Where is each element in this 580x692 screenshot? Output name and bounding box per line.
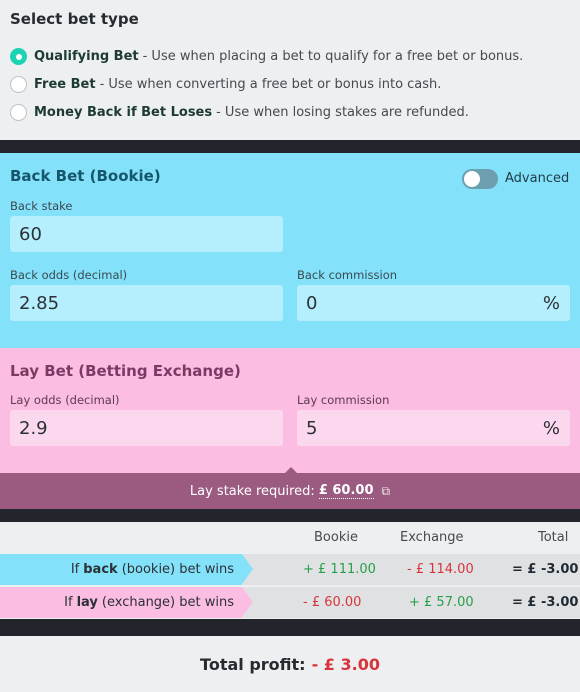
column-header-exchange: Exchange bbox=[400, 530, 464, 545]
bet-type-panel: Select bet type Qualifying Bet - Use whe… bbox=[0, 0, 580, 140]
total-profit-label: Total profit: bbox=[200, 654, 306, 674]
lay-stake-amount[interactable]: £ 60.00 bbox=[318, 483, 374, 499]
option-desc: - Use when losing stakes are refunded. bbox=[216, 104, 469, 120]
lay-stake-label: Lay stake required: bbox=[189, 483, 315, 499]
row-label-post: (bookie) bet wins bbox=[121, 562, 234, 577]
table-row-back-wins: If back (bookie) bet wins + £ 111.00 - £… bbox=[0, 554, 580, 585]
table-row-lay-wins: If lay (exchange) bet wins - £ 60.00 + £… bbox=[0, 587, 580, 618]
back-stake-label: Back stake bbox=[10, 199, 73, 213]
option-name: Free Bet bbox=[34, 76, 96, 92]
option-qualifying-bet[interactable]: Qualifying Bet - Use when placing a bet … bbox=[10, 46, 523, 66]
lay-bet-title: Lay Bet (Betting Exchange) bbox=[10, 362, 241, 380]
row-label-bold: back bbox=[83, 562, 118, 577]
lay-commission-input[interactable]: 5 % bbox=[297, 410, 570, 446]
option-free-bet[interactable]: Free Bet - Use when converting a free be… bbox=[10, 74, 441, 94]
back-commission-input[interactable]: 0 % bbox=[297, 285, 570, 321]
option-desc: - Use when converting a free bet or bonu… bbox=[99, 76, 442, 92]
row-label-lay: If lay (exchange) bet wins bbox=[0, 587, 253, 618]
row-label-pre: If bbox=[64, 595, 73, 610]
back-commission-value: 0 bbox=[306, 292, 318, 314]
lay-commission-label: Lay commission bbox=[297, 393, 390, 407]
row-label-pre: If bbox=[70, 562, 80, 577]
radio-qualifying-bet[interactable] bbox=[10, 47, 27, 65]
option-desc: - Use when placing a bet to qualify for … bbox=[142, 48, 524, 64]
lay-stake-bar: Lay stake required: £ 60.00 ⧉ bbox=[0, 467, 580, 509]
lay-commission-value: 5 bbox=[306, 417, 318, 439]
lay-odds-label: Lay odds (decimal) bbox=[10, 393, 120, 407]
radio-free-bet[interactable] bbox=[10, 75, 27, 93]
cell-exchange: + £ 57.00 bbox=[409, 595, 474, 610]
column-header-bookie: Bookie bbox=[314, 530, 358, 545]
back-odds-label: Back odds (decimal) bbox=[10, 268, 128, 282]
bet-type-heading: Select bet type bbox=[10, 10, 139, 28]
radio-money-back[interactable] bbox=[10, 103, 27, 121]
back-commission-label: Back commission bbox=[297, 268, 398, 282]
column-header-total: Total bbox=[538, 530, 569, 545]
row-label-back: If back (bookie) bet wins bbox=[0, 554, 253, 585]
back-bet-title: Back Bet (Bookie) bbox=[10, 167, 161, 185]
option-money-back[interactable]: Money Back if Bet Loses - Use when losin… bbox=[10, 102, 469, 122]
option-name: Qualifying Bet bbox=[34, 48, 139, 64]
cell-bookie: + £ 111.00 bbox=[303, 562, 376, 577]
row-label-bold: lay bbox=[76, 595, 98, 610]
cell-total: = £ -3.00 bbox=[512, 595, 579, 610]
total-profit: Total profit: - £ 3.00 bbox=[0, 636, 580, 692]
cell-total: = £ -3.00 bbox=[512, 562, 579, 577]
lay-odds-input[interactable]: 2.9 bbox=[10, 410, 283, 446]
lay-bet-panel: Lay Bet (Betting Exchange) Lay odds (dec… bbox=[0, 348, 580, 473]
option-name: Money Back if Bet Loses bbox=[34, 104, 213, 120]
percent-sign: % bbox=[542, 293, 560, 314]
total-profit-value: - £ 3.00 bbox=[311, 654, 380, 674]
cell-bookie: - £ 60.00 bbox=[303, 595, 362, 610]
toggle-knob bbox=[464, 171, 480, 187]
back-odds-input[interactable]: 2.85 bbox=[10, 285, 283, 321]
advanced-label: Advanced bbox=[505, 171, 570, 186]
results-table: Bookie Exchange Total If back (bookie) b… bbox=[0, 522, 580, 619]
back-stake-input[interactable]: 60 bbox=[10, 216, 283, 252]
cell-exchange: - £ 114.00 bbox=[407, 562, 474, 577]
advanced-toggle[interactable] bbox=[462, 169, 498, 189]
percent-sign: % bbox=[542, 418, 560, 439]
row-label-post: (exchange) bet wins bbox=[101, 595, 234, 610]
copy-icon[interactable]: ⧉ bbox=[382, 484, 391, 499]
back-bet-panel: Back Bet (Bookie) Advanced Back stake 60… bbox=[0, 153, 580, 348]
